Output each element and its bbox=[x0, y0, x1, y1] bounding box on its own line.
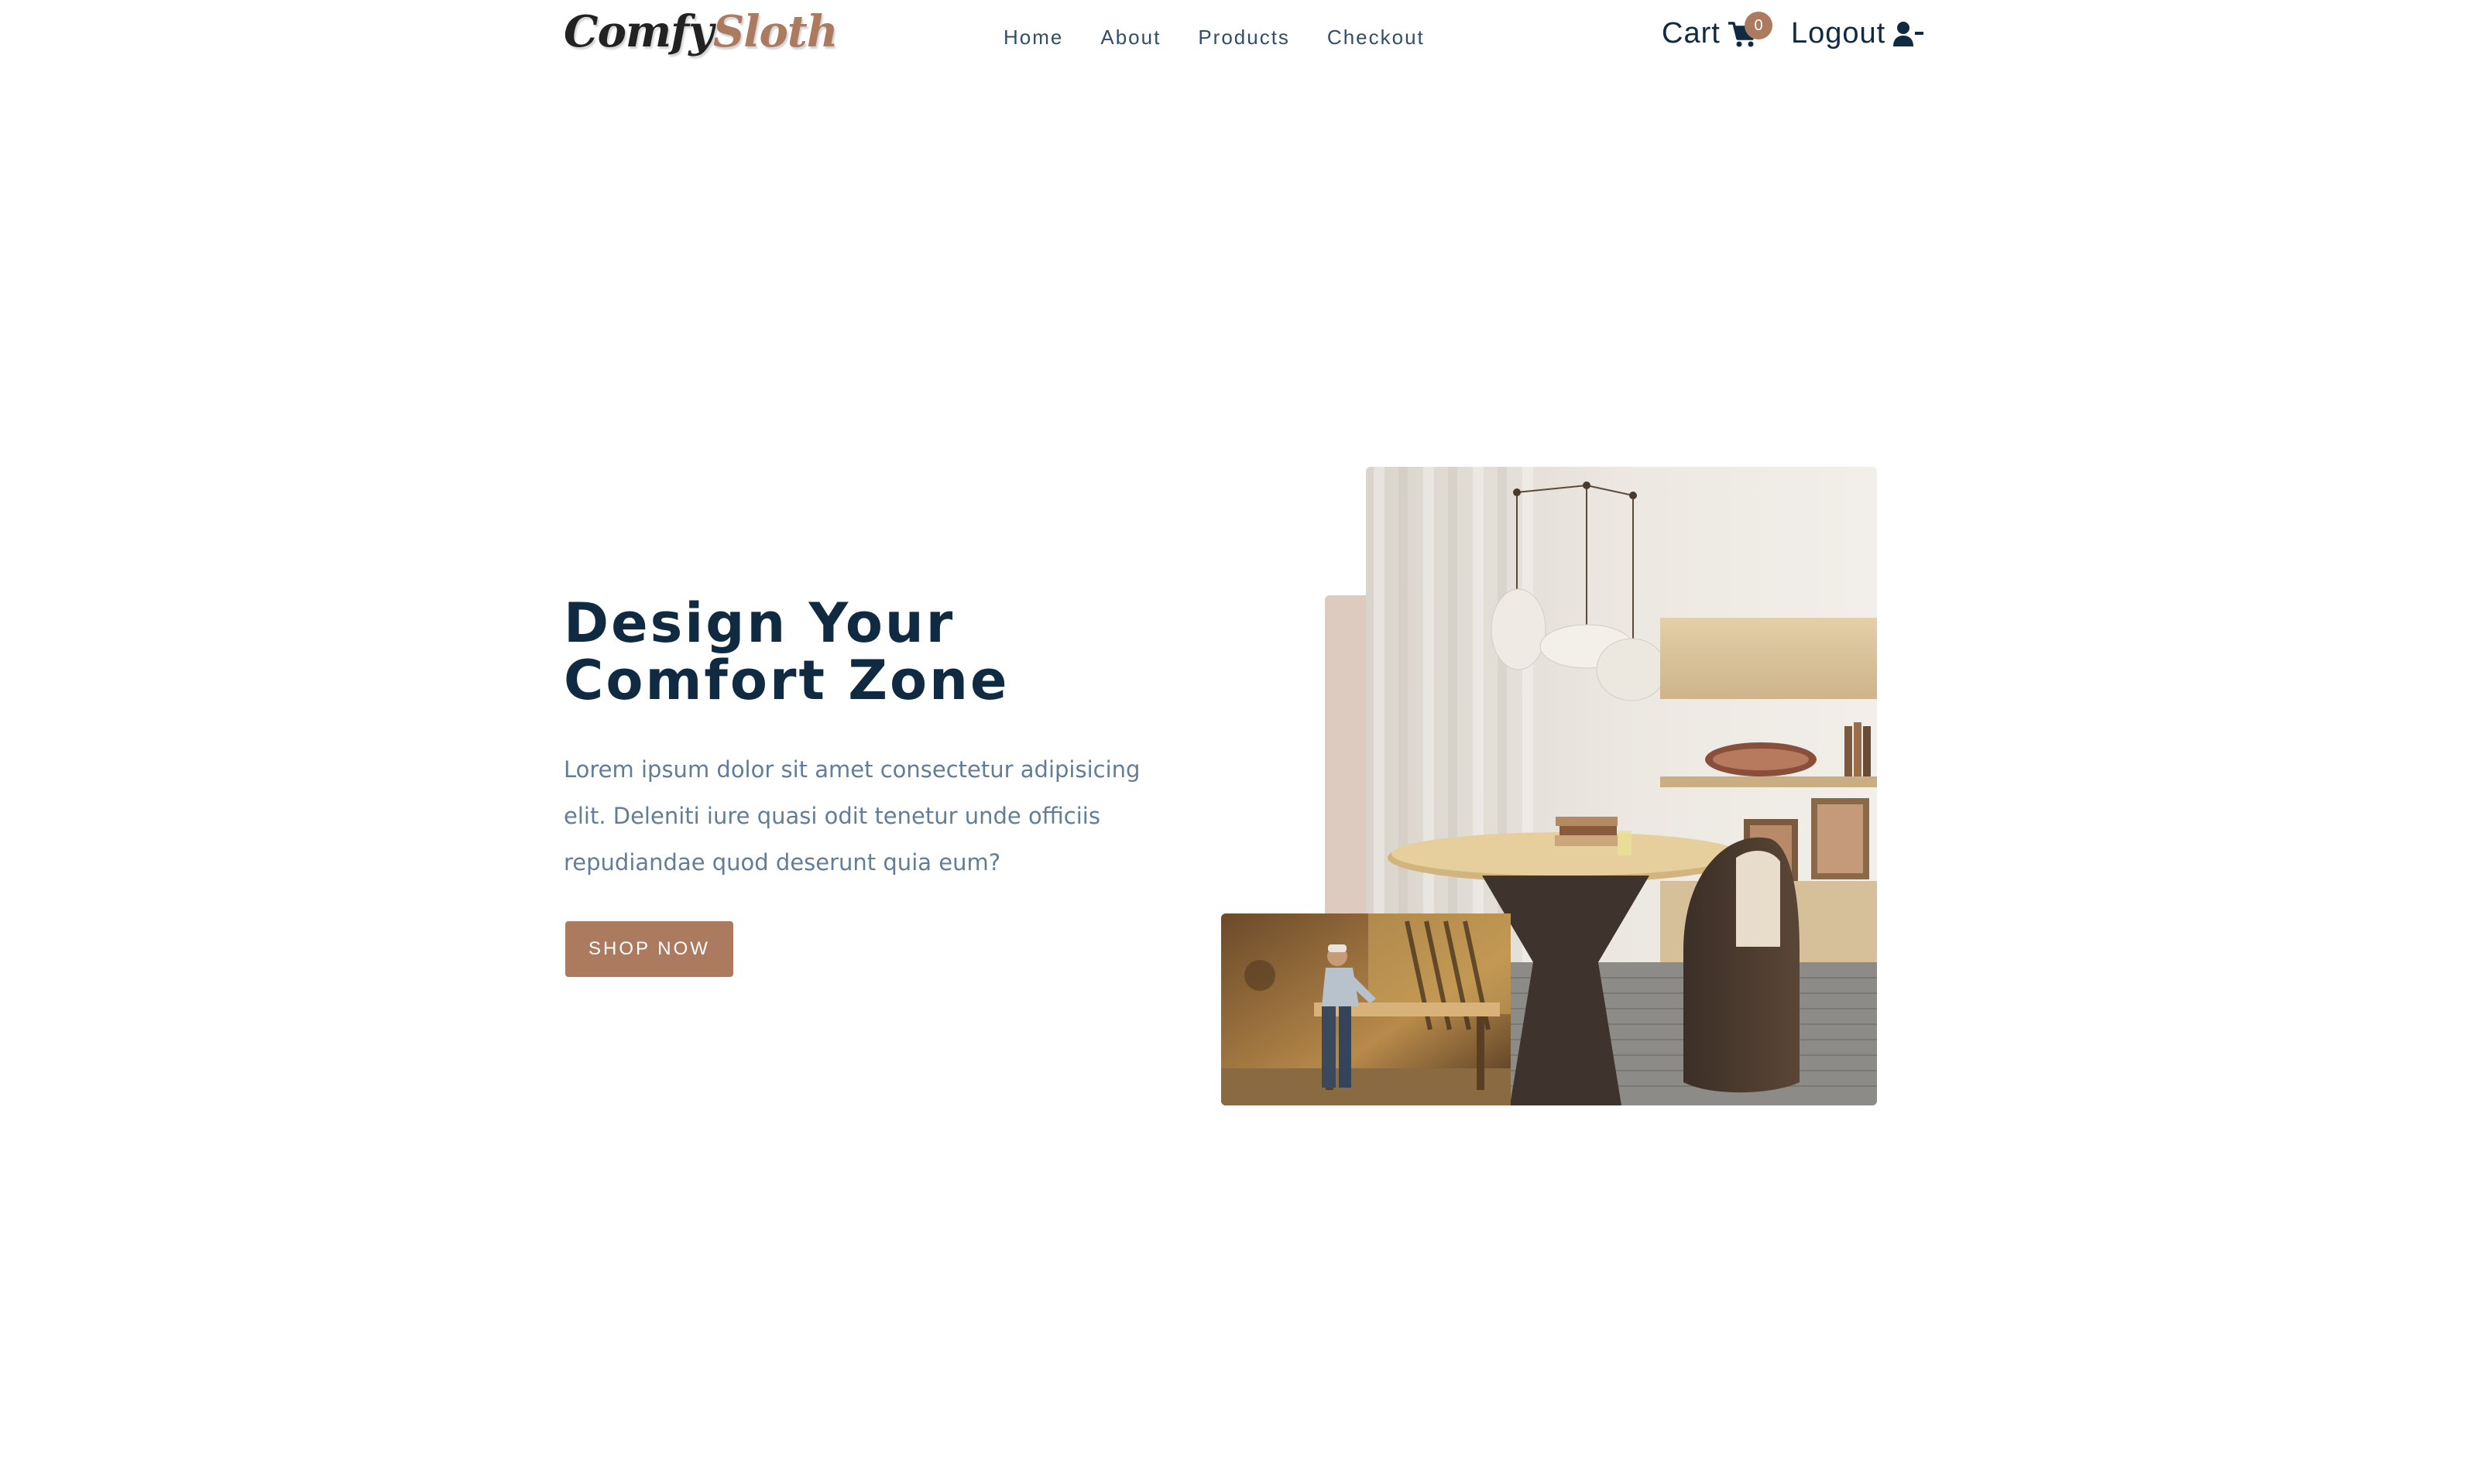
nav-link-home[interactable]: Home bbox=[1004, 26, 1063, 50]
user-minus-icon bbox=[1893, 20, 1924, 48]
cart-count-badge: 0 bbox=[1745, 12, 1772, 39]
brand-logo-part2: Sloth bbox=[712, 6, 839, 57]
nav-link-checkout[interactable]: Checkout bbox=[1327, 26, 1425, 50]
hero-title: Design Your Comfort Zone bbox=[564, 595, 1152, 709]
nav-link-products[interactable]: Products bbox=[1198, 26, 1290, 50]
logout-label: Logout bbox=[1791, 17, 1886, 50]
hero-accent-image bbox=[1221, 913, 1511, 1105]
hero-title-line1: Design Your bbox=[564, 591, 956, 655]
cart-label: Cart bbox=[1662, 17, 1721, 50]
cart-button[interactable]: Cart bbox=[1662, 17, 1758, 50]
brand-logo[interactable]: ComfySloth bbox=[564, 6, 839, 57]
hero-title-line2: Comfort Zone bbox=[564, 649, 1010, 712]
shop-now-button[interactable]: SHOP NOW bbox=[565, 921, 733, 977]
nav-link-about[interactable]: About bbox=[1100, 26, 1161, 50]
brand-logo-part1: Comfy bbox=[564, 6, 714, 57]
page: ComfySloth Home About Products Checkout … bbox=[0, 0, 2491, 1484]
hero-description: Lorem ipsum dolor sit amet consectetur a… bbox=[564, 756, 1141, 876]
nav-links: Home About Products Checkout bbox=[1004, 26, 1425, 50]
logout-button[interactable]: Logout bbox=[1791, 17, 1924, 50]
navbar: ComfySloth Home About Products Checkout … bbox=[0, 0, 2491, 77]
